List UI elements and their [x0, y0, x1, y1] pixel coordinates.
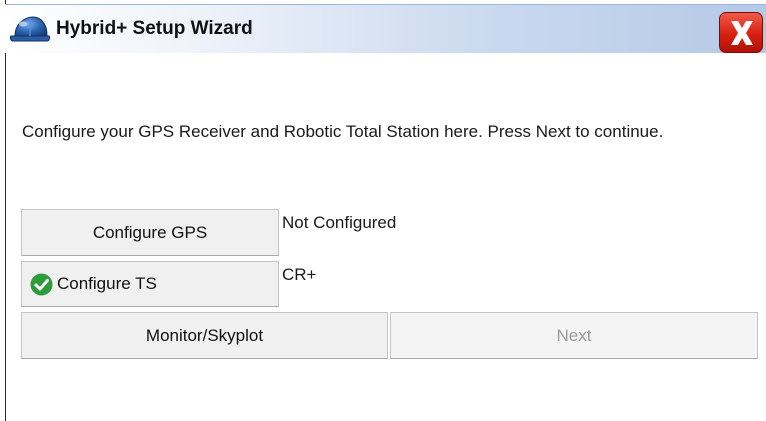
next-button[interactable]: Next: [390, 312, 758, 359]
configure-ts-label: Configure TS: [57, 274, 157, 293]
check-circle-icon: [30, 273, 53, 296]
instruction-text: Configure your GPS Receiver and Robotic …: [22, 122, 664, 141]
title-bar: Hybrid+ Setup Wizard: [5, 4, 766, 53]
hard-hat-icon: [9, 14, 51, 46]
window-left-border: [5, 0, 6, 421]
monitor-skyplot-button[interactable]: Monitor/Skyplot: [21, 312, 388, 359]
setup-wizard-window: Hybrid+ Setup Wizard Configure your GPS …: [0, 0, 766, 421]
window-title: Hybrid+ Setup Wizard: [56, 18, 253, 39]
gps-status-text: Not Configured: [282, 213, 397, 232]
close-button[interactable]: [719, 12, 763, 53]
monitor-skyplot-label: Monitor/Skyplot: [145, 325, 264, 345]
configure-gps-label: Configure GPS: [92, 222, 208, 242]
configure-ts-button[interactable]: Configure TS: [21, 261, 279, 307]
close-x-icon: [731, 21, 753, 45]
configure-gps-button[interactable]: Configure GPS: [21, 209, 279, 256]
next-label: Next: [556, 325, 592, 345]
ts-status-text: CR+: [282, 265, 317, 284]
